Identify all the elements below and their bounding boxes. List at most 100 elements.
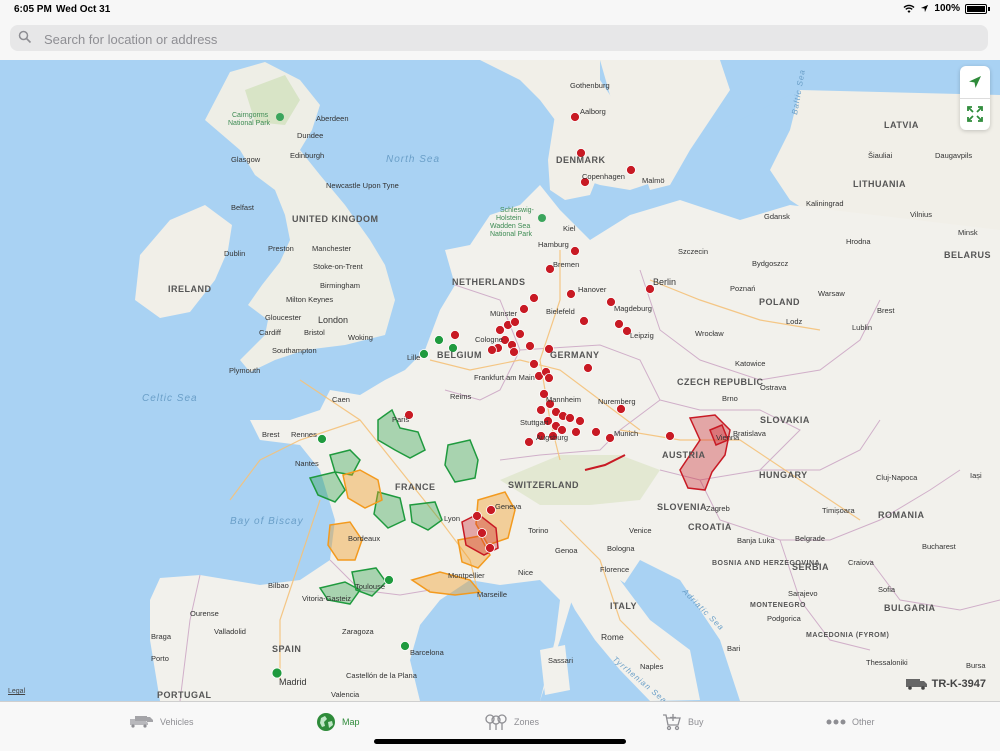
legal-link[interactable]: Legal: [8, 688, 25, 695]
city-label: Brno: [722, 394, 738, 403]
tab-other[interactable]: Other: [826, 710, 875, 734]
city-label: Glasgow: [231, 155, 261, 164]
city-label: Braga: [151, 632, 172, 641]
city-label: Aberdeen: [316, 114, 349, 123]
country-label: CROATIA: [688, 522, 732, 532]
tab-label: Vehicles: [160, 717, 194, 727]
marker-green: [419, 349, 429, 359]
city-label: Kaliningrad: [806, 199, 844, 208]
marker-red: [579, 316, 589, 326]
country-label: FRANCE: [395, 482, 436, 492]
marker-green: [400, 641, 410, 651]
search-icon: [18, 30, 32, 44]
city-label: Poznań: [730, 284, 755, 293]
tab-vehicles[interactable]: Vehicles: [130, 710, 194, 734]
park-label: Cairngorms: [232, 112, 269, 119]
location-arrow-icon: [969, 76, 981, 88]
country-label: BULGARIA: [884, 603, 936, 613]
city-label: Birmingham: [320, 281, 360, 290]
city-label: Warsaw: [818, 289, 845, 298]
tab-map[interactable]: Map: [316, 710, 360, 734]
locate-button[interactable]: [960, 66, 990, 99]
city-label: Milton Keynes: [286, 295, 333, 304]
city-label: Iași: [970, 471, 982, 480]
city-label: Lublin: [852, 323, 872, 332]
city-label: Leipzig: [630, 331, 654, 340]
fullscreen-button[interactable]: [960, 98, 990, 130]
city-label: Paris: [392, 415, 409, 424]
vehicle-label[interactable]: TR-K-3947: [905, 678, 986, 690]
marker-red: [571, 427, 581, 437]
tab-zones[interactable]: Zones: [484, 710, 539, 734]
city-label: Southampton: [272, 346, 317, 355]
city-label: Barcelona: [410, 648, 445, 657]
city-label: Geneva: [495, 502, 522, 511]
city-label: Bologna: [607, 544, 635, 553]
city-label: Torino: [528, 526, 548, 535]
city-label: Valladolid: [214, 627, 246, 636]
country-label: IRELAND: [168, 284, 212, 294]
park-label: National Park: [490, 231, 533, 238]
marker-red: [524, 437, 534, 447]
country-label: LATVIA: [884, 120, 919, 130]
country-label: SERBIA: [792, 562, 829, 572]
home-indicator[interactable]: [374, 739, 626, 744]
marker-red: [485, 543, 495, 553]
tab-buy[interactable]: Buy: [662, 710, 704, 734]
country-label: PORTUGAL: [157, 690, 212, 700]
country-label: BELGIUM: [437, 350, 482, 360]
marker-red: [566, 289, 576, 299]
city-label: Ostrava: [760, 383, 787, 392]
city-label: Bucharest: [922, 542, 957, 551]
map-controls: [960, 66, 990, 130]
country-label: SPAIN: [272, 644, 301, 654]
marker-red: [614, 319, 624, 329]
city-label: Vitoria-Gasteiz: [302, 594, 351, 603]
city-label: Reims: [450, 392, 472, 401]
map-canvas[interactable]: North Sea Celtic Sea Bay of Biscay Balti…: [0, 60, 1000, 701]
country-label: ROMANIA: [878, 510, 925, 520]
tab-label: Other: [852, 717, 875, 727]
city-label: Munich: [614, 429, 638, 438]
marker-red: [575, 416, 585, 426]
country-label: MACEDONIA (FYROM): [806, 632, 889, 639]
country-label: SLOVENIA: [657, 502, 707, 512]
country-label: DENMARK: [556, 155, 606, 165]
status-time: 6:05 PM: [14, 4, 52, 15]
map-view[interactable]: North Sea Celtic Sea Bay of Biscay Balti…: [0, 60, 1000, 701]
city-label: Valencia: [331, 690, 360, 699]
marker-green: [434, 335, 444, 345]
country-label: CZECH REPUBLIC: [677, 377, 764, 387]
city-label: Dublin: [224, 249, 245, 258]
city-label: London: [318, 315, 348, 325]
marker-red: [519, 304, 529, 314]
marker-red: [570, 112, 580, 122]
city-label: Bordeaux: [348, 534, 380, 543]
status-date: Wed Oct 31: [56, 4, 111, 15]
city-label: Woking: [348, 333, 373, 342]
search-box[interactable]: [10, 25, 988, 53]
city-label: Brest: [877, 306, 895, 315]
country-label: LITHUANIA: [853, 179, 906, 189]
tab-label: Map: [342, 717, 360, 727]
city-label: Bydgoszcz: [752, 259, 789, 268]
marker-red: [509, 347, 519, 357]
park-label: Holstein: [496, 215, 521, 222]
marker-red: [515, 329, 525, 339]
country-label: SLOVAKIA: [760, 415, 810, 425]
city-label: Newcastle Upon Tyne: [326, 181, 399, 190]
sea-label: Celtic Sea: [142, 393, 198, 404]
status-bar: 6:05 PM Wed Oct 31 100%: [0, 0, 1000, 20]
battery-percent: 100%: [934, 3, 960, 14]
city-label: Marseille: [477, 590, 507, 599]
city-label: Dundee: [297, 131, 323, 140]
country-label: AUSTRIA: [662, 450, 706, 460]
cart-icon: [663, 714, 681, 731]
city-label: Porto: [151, 654, 169, 663]
tab-label: Zones: [514, 717, 540, 727]
search-input[interactable]: [42, 25, 946, 53]
location-services-icon: [921, 4, 929, 13]
park-icon: [538, 214, 546, 222]
city-label: Timișoara: [822, 506, 855, 515]
city-label: Hanover: [578, 285, 607, 294]
